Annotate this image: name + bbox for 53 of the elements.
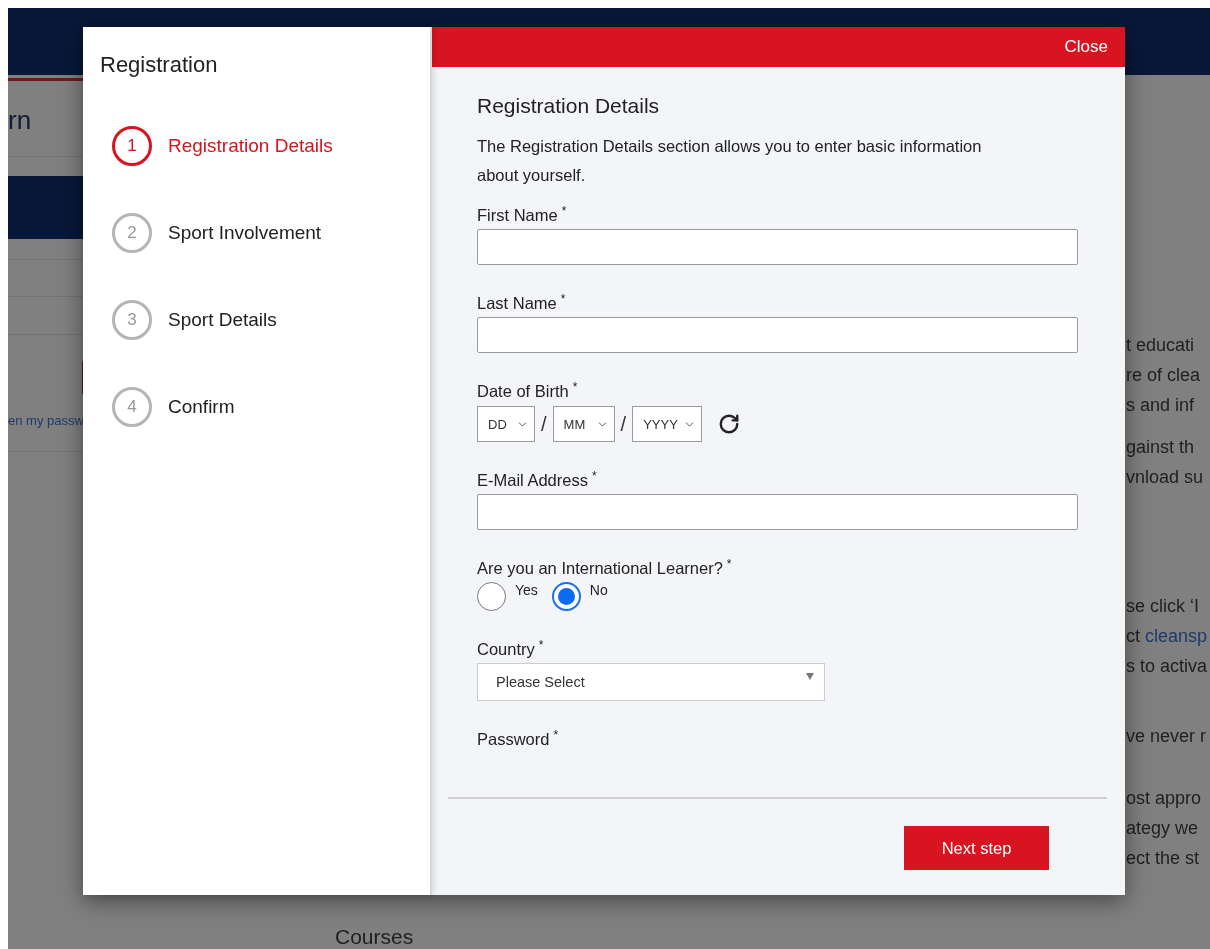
step-label: Registration Details [168,135,333,157]
field-label: E-Mail Address * [477,469,597,491]
body-text: ct [1126,625,1140,648]
country-select[interactable]: Please Select [477,663,825,701]
field-label: Are you an International Learner? * [477,557,732,579]
section-description: The Registration Details section allows you to enter basic information about yourself. [477,136,983,186]
step-label: Confirm [168,396,235,418]
step-label: Sport Details [168,309,277,331]
text-field[interactable] [477,317,1078,353]
step-number: 2 [112,213,152,253]
body-text: se click ‘I [1126,595,1199,618]
body-text: ategy we [1126,817,1199,840]
body-text: ect the st [1126,847,1200,870]
step-item[interactable]: 2 Sport Involvement [112,213,430,253]
field-label: First Name * [477,204,567,226]
step-number: 1 [112,126,152,166]
text-field[interactable] [477,229,1078,265]
field-label: Country * [477,638,544,660]
body-text: re of clea [1126,364,1201,387]
date-select[interactable]: YYYY [632,406,703,442]
field-label: Date of Birth * [477,380,578,402]
step-label: Sport Involvement [168,222,322,244]
dialog-title: Registration [100,51,218,79]
body-text: gainst th [1126,436,1195,459]
page-title: rn [8,104,32,137]
body-text: s and inf [1126,394,1195,417]
body-text: ost appro [1126,787,1202,810]
radio-label: Yes [515,582,538,598]
dropdown-triangle-icon [806,672,814,680]
field-label: Last Name * [477,292,566,314]
section-heading: Courses [335,925,414,949]
step-number: 3 [112,300,152,340]
step-item[interactable]: 1 Registration Details [112,126,430,166]
body-text: vnload su [1126,466,1204,489]
date-separator: / [541,412,547,436]
date-separator: / [620,412,627,436]
radio-label: No [589,582,608,598]
text-field[interactable] [477,494,1078,530]
date-select[interactable]: DD [477,406,535,442]
close-button[interactable]: Close [1064,37,1108,57]
body-text: ve never r [1126,725,1207,748]
radio-button[interactable] [551,582,581,611]
next-step-button[interactable]: Next step [904,826,1049,870]
field-label: Password * [477,728,559,750]
section-title: Registration Details [477,93,660,119]
step-number: 4 [112,387,152,427]
date-select[interactable]: MM [552,406,615,442]
step-item[interactable]: 3 Sport Details [112,300,430,340]
reset-icon[interactable] [718,413,741,435]
body-text: s to activa [1126,655,1208,678]
radio-button[interactable] [477,582,506,611]
step-item[interactable]: 4 Confirm [112,387,430,427]
body-text: t educati [1126,334,1195,357]
